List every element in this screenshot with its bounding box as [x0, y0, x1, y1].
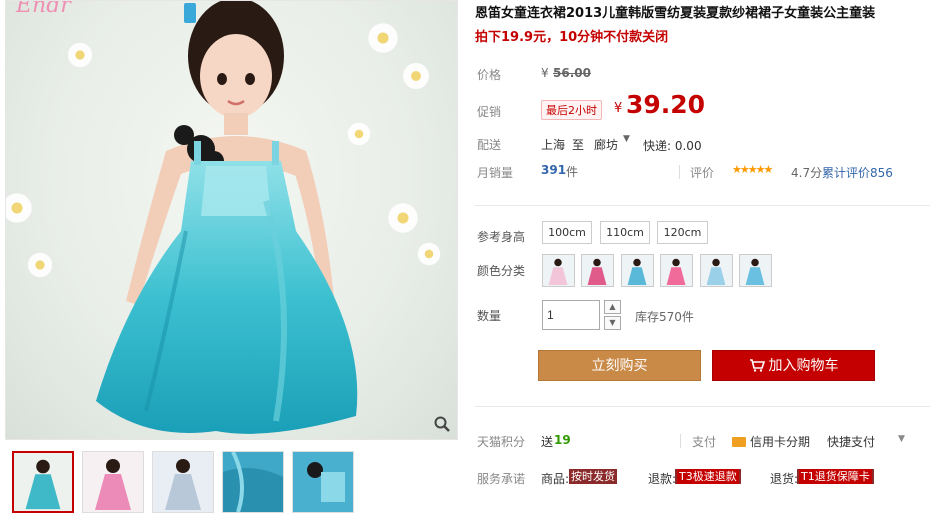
points-value: 19	[554, 433, 571, 447]
review-label: 评价	[690, 166, 715, 180]
buy-now-button[interactable]: 立刻购买	[538, 350, 701, 381]
thumbnail-3[interactable]	[152, 451, 214, 513]
divider	[680, 434, 681, 448]
quantity-increase-button[interactable]: ▲	[604, 300, 621, 314]
promo-price: 39.20	[626, 90, 706, 119]
size-option-110cm[interactable]: 110cm	[600, 221, 650, 244]
credit-installment[interactable]: 信用卡分期	[732, 433, 810, 450]
color-swatch-5[interactable]	[700, 254, 733, 287]
points-label: 天猫积分	[477, 435, 526, 449]
refund-promise-badge[interactable]: T3极速退款	[675, 469, 741, 484]
shopping-cart-icon	[749, 353, 765, 384]
quantity-label: 数量	[477, 309, 502, 323]
color-label: 颜色分类	[477, 264, 526, 278]
credit-installment-label: 信用卡分期	[750, 435, 811, 449]
thumbnail-strip	[12, 451, 354, 513]
total-reviews-link[interactable]: 累计评价856	[822, 164, 893, 181]
quantity-decrease-button[interactable]: ▼	[604, 316, 621, 330]
color-swatch-2[interactable]	[581, 254, 614, 287]
magnifier-icon[interactable]	[433, 415, 451, 433]
shipping-label: 配送	[477, 138, 502, 152]
goods-promise-label: 商品:	[541, 472, 570, 486]
payment-label: 支付	[692, 435, 717, 449]
main-product-image[interactable]: Endr	[5, 0, 458, 440]
size-label: 参考身高	[477, 230, 526, 244]
return-promise-badge[interactable]: T1退货保障卡	[797, 469, 874, 484]
price-label: 价格	[477, 68, 502, 82]
daisy-decoration	[401, 61, 431, 91]
points-prefix: 送	[541, 435, 554, 449]
monthly-sales-count: 391	[541, 163, 567, 177]
girl-in-blue-dress-photo	[96, 1, 358, 434]
express-fee: 快递: 0.00	[643, 139, 702, 153]
color-swatch-1[interactable]	[542, 254, 575, 287]
credit-card-icon	[732, 437, 746, 447]
goods-promise-badge[interactable]: 按时发货	[569, 469, 617, 484]
thumbnail-4[interactable]	[222, 451, 284, 513]
daisy-decoration	[6, 191, 34, 225]
divider	[679, 165, 680, 179]
refund-promise-label: 退款:	[648, 472, 677, 486]
refund-promise-text: T3极速退款	[677, 469, 739, 484]
currency-symbol: ¥	[541, 66, 549, 80]
size-option-100cm[interactable]: 100cm	[542, 221, 592, 244]
rating-stars: ★★★★★	[732, 163, 773, 176]
return-promise-label: 退货:	[770, 472, 799, 486]
color-swatch-6[interactable]	[739, 254, 772, 287]
add-to-cart-label: 加入购物车	[768, 358, 839, 374]
product-subtitle: 拍下19.9元，10分钟不付款关闭	[475, 30, 669, 45]
thumbnail-1[interactable]	[12, 451, 74, 513]
ship-to-dropdown[interactable]: 廊坊	[594, 136, 618, 153]
original-price: 56.00	[553, 66, 591, 80]
color-swatch-4[interactable]	[660, 254, 693, 287]
promo-label: 促销	[477, 105, 502, 119]
quick-pay[interactable]: 快捷支付	[827, 433, 875, 450]
color-swatch-3[interactable]	[621, 254, 654, 287]
ship-from: 上海	[541, 138, 566, 152]
rating-score: 4.7分	[791, 166, 823, 180]
daisy-decoration	[26, 251, 54, 279]
thumbnail-5[interactable]	[292, 451, 354, 513]
return-promise-text: T1退货保障卡	[799, 469, 872, 484]
daisy-decoration	[416, 241, 442, 267]
monthly-sales-unit: 件	[566, 165, 579, 179]
section-divider	[475, 205, 930, 206]
thumbnail-2[interactable]	[82, 451, 144, 513]
monthly-sales-label: 月销量	[477, 166, 514, 180]
quantity-input[interactable]	[542, 300, 600, 330]
promo-currency: ¥	[614, 101, 623, 116]
chevron-down-icon[interactable]: ▼	[898, 434, 905, 444]
section-divider	[475, 406, 930, 407]
add-to-cart-button[interactable]: 加入购物车	[712, 350, 875, 381]
chevron-down-icon[interactable]: ▼	[623, 134, 630, 144]
stock-count: 库存570件	[635, 310, 694, 324]
brand-logo: Endr	[16, 0, 71, 18]
price-box: 价格 ¥ 56.00 促销 最后2小时 ¥ 39.20 配送 上海 至 廊坊 ▼…	[475, 56, 930, 184]
size-option-120cm[interactable]: 120cm	[657, 221, 708, 244]
promo-badge: 最后2小时	[541, 100, 602, 120]
ship-to-word: 至	[572, 138, 585, 152]
product-title: 恩笛女童连衣裙2013儿童韩版雪纺夏装夏款纱裙裙子女童装公主童装	[475, 6, 876, 21]
service-label: 服务承诺	[477, 472, 526, 486]
